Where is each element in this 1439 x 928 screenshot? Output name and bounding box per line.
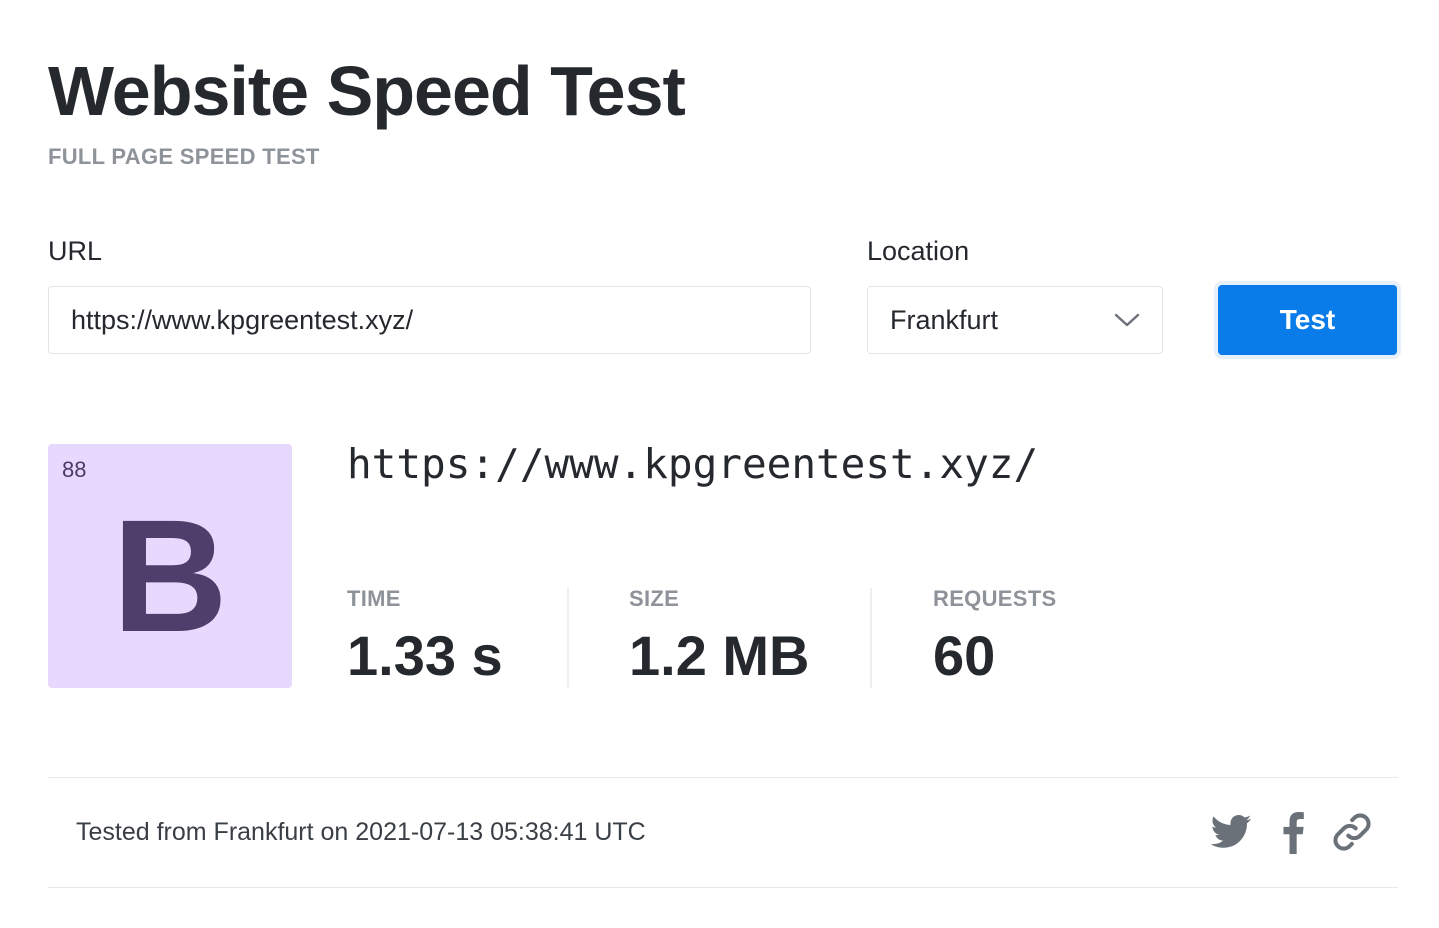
metric-size: SIZE 1.2 MB (629, 586, 810, 688)
location-select[interactable]: Frankfurt (867, 286, 1163, 354)
url-input[interactable] (48, 286, 811, 354)
location-label: Location (867, 236, 970, 266)
twitter-icon[interactable] (1208, 810, 1254, 854)
grade-score: 88 (62, 457, 87, 482)
tested-info: Tested from Frankfurt on 2021-07-13 05:3… (76, 818, 646, 846)
grade-badge: 88 B (48, 444, 292, 688)
metric-time: TIME 1.33 s (347, 586, 503, 688)
metric-requests-value: 60 (933, 624, 996, 687)
metric-requests-label: REQUESTS (933, 586, 1057, 611)
link-icon[interactable] (1330, 810, 1374, 854)
test-button[interactable]: Test (1218, 285, 1397, 355)
metric-divider (567, 588, 569, 688)
metric-requests: REQUESTS 60 (933, 586, 1056, 688)
footer-divider-top (48, 777, 1398, 778)
metric-time-label: TIME (347, 586, 401, 611)
chevron-down-icon (1114, 312, 1140, 328)
speed-test-page: Website Speed Test FULL PAGE SPEED TEST … (0, 0, 1439, 928)
url-label: URL (48, 236, 103, 266)
footer-divider-bottom (48, 887, 1398, 888)
grade-letter: B (112, 486, 228, 665)
metric-time-value: 1.33 s (347, 624, 503, 687)
page-title: Website Speed Test (48, 52, 686, 130)
metric-size-label: SIZE (629, 586, 680, 611)
result-url: https://www.kpgreentest.xyz/ (347, 440, 1039, 488)
page-subtitle: FULL PAGE SPEED TEST (48, 144, 320, 169)
metric-divider (870, 588, 872, 688)
facebook-icon[interactable] (1280, 810, 1306, 854)
location-value: Frankfurt (890, 304, 999, 335)
metric-size-value: 1.2 MB (629, 624, 810, 687)
